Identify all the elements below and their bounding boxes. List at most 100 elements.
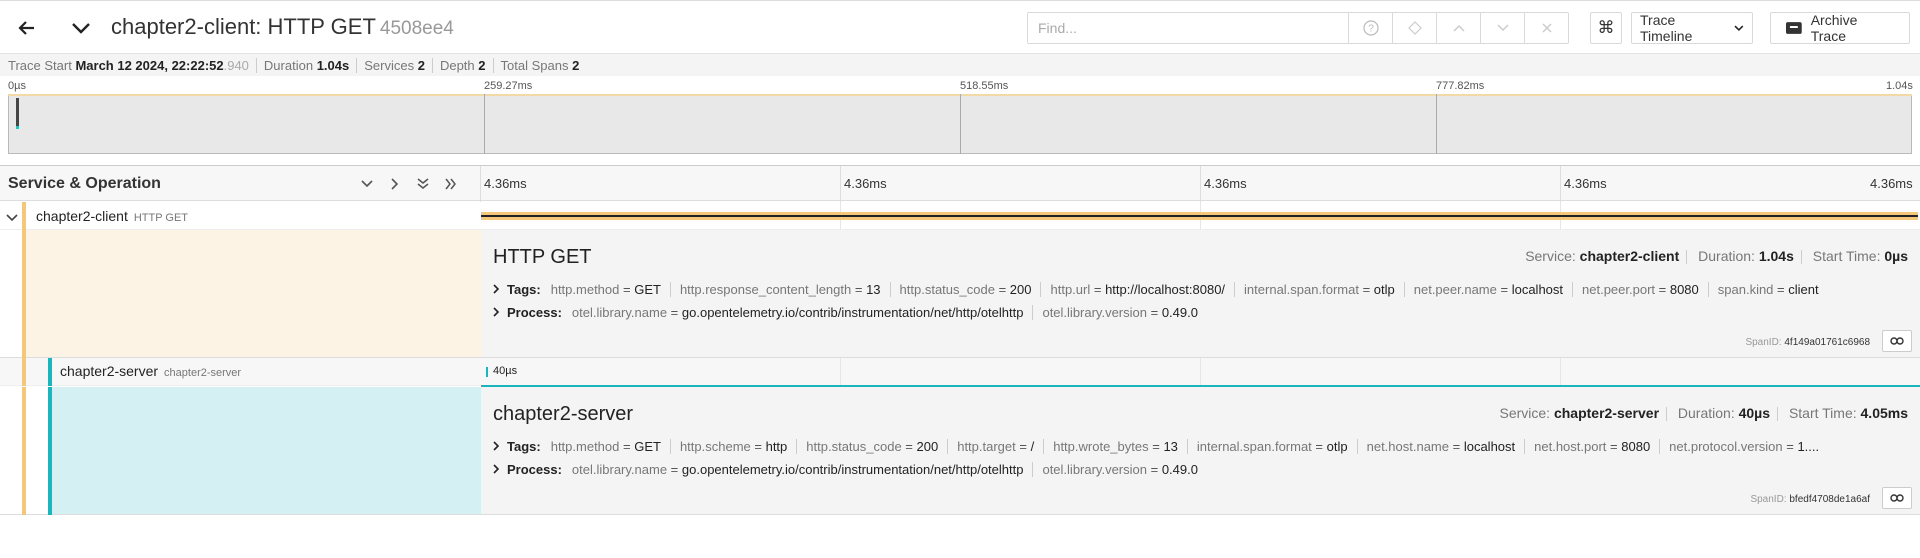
timeline-controls	[355, 172, 463, 196]
prev-result-button[interactable]	[1436, 13, 1480, 43]
view-select[interactable]: Trace Timeline	[1631, 12, 1753, 44]
minimap-tick: 1.04s	[1886, 80, 1913, 92]
tag-item: net.protocol.version = 1....	[1669, 439, 1820, 454]
clear-find-button[interactable]	[1524, 13, 1568, 43]
tag-item: http.scheme = http	[680, 439, 798, 454]
span-detail-client: HTTP GET Service: chapter2-client Durati…	[0, 230, 1920, 358]
span-detail-indent	[48, 387, 481, 514]
trace-start: Trace Start March 12 2024, 22:22:52.940	[8, 57, 257, 73]
copy-span-link-button[interactable]	[1882, 487, 1912, 509]
tag-item: net.host.port = 8080	[1534, 439, 1661, 454]
span-service-name: chapter2-client HTTP GET	[36, 208, 189, 224]
next-result-button[interactable]	[1480, 13, 1524, 43]
service-color-bar	[48, 387, 52, 515]
minimap-tick: 777.82ms	[1436, 80, 1485, 92]
span-process-toggle[interactable]: Process: otel.library.name = go.opentele…	[493, 462, 1216, 477]
tag-item: internal.span.format = otlp	[1197, 439, 1358, 454]
span-row-client[interactable]: chapter2-client HTTP GET	[0, 202, 1920, 230]
link-icon	[1890, 337, 1904, 345]
chevron-right-icon	[493, 439, 507, 454]
collapse-all-button[interactable]	[411, 172, 435, 196]
service-color-bar	[22, 202, 26, 230]
collapse-header-button[interactable]	[66, 11, 96, 45]
tag-item: http.target = /	[957, 439, 1045, 454]
target-icon	[1407, 21, 1422, 35]
tag-item: http.response_content_length = 13	[680, 282, 891, 297]
double-chevron-down-icon	[417, 178, 429, 189]
parent-color-bar	[22, 358, 26, 386]
chevron-right-icon	[493, 282, 507, 297]
span-bar-cell[interactable]: 40µs	[481, 358, 1920, 387]
tag-item: http.method = GET	[551, 439, 671, 454]
timeline-gridline	[1200, 166, 1201, 202]
span-tags-toggle[interactable]: Tags: http.method = GET http.scheme = ht…	[493, 439, 1837, 454]
span-name-cell[interactable]: chapter2-server chapter2-server	[0, 358, 480, 386]
archive-icon	[1785, 22, 1802, 34]
span-detail-meta: Service: chapter2-client Duration: 1.04s…	[1525, 248, 1908, 265]
chevron-down-icon	[6, 214, 18, 222]
trace-duration: Duration 1.04s	[264, 57, 358, 73]
span-bar-server[interactable]	[486, 367, 488, 377]
span-detail-meta: Service: chapter2-server Duration: 40µs …	[1499, 405, 1908, 422]
collapse-one-button[interactable]	[355, 172, 379, 196]
page-title: chapter2-client: HTTP GET 4508ee4	[111, 14, 454, 40]
minimap-tick: 518.55ms	[960, 80, 1009, 92]
span-name-cell[interactable]: chapter2-client HTTP GET	[0, 202, 480, 230]
timeline-tick: 4.36ms	[1204, 176, 1247, 191]
trace-header: chapter2-client: HTTP GET4508ee4 ? ⌘ Tra…	[0, 0, 1920, 54]
tag-item: net.peer.name = localhost	[1414, 282, 1574, 297]
view-select-label: Trace Timeline	[1640, 12, 1693, 44]
span-bar-label: 40µs	[493, 365, 518, 377]
process-item: otel.library.name = go.opentelemetry.io/…	[572, 305, 1034, 320]
chevron-down-icon	[361, 180, 373, 188]
tag-item: net.peer.port = 8080	[1582, 282, 1709, 297]
double-chevron-right-icon	[445, 178, 456, 190]
trace-id: 4508ee4	[379, 18, 454, 39]
chevron-down-icon	[72, 23, 90, 34]
back-button[interactable]	[8, 11, 46, 45]
expand-one-button[interactable]	[383, 172, 407, 196]
expand-all-button[interactable]	[439, 172, 463, 196]
minimap-gridline	[960, 94, 961, 154]
find-input[interactable]	[1028, 13, 1348, 43]
minimap-tick: 259.27ms	[484, 80, 533, 92]
span-service-name: chapter2-server chapter2-server	[60, 363, 242, 379]
trace-services: Services 2	[364, 57, 433, 73]
tag-item: http.status_code = 200	[900, 282, 1042, 297]
service-color-bar	[48, 358, 52, 386]
svg-text:?: ?	[1368, 24, 1374, 35]
chevron-right-icon	[493, 462, 507, 477]
tag-item: net.host.name = localhost	[1367, 439, 1526, 454]
span-detail-server: chapter2-server Service: chapter2-server…	[0, 387, 1920, 515]
tag-item: http.url = http://localhost:8080/	[1050, 282, 1236, 297]
locate-button[interactable]	[1392, 13, 1436, 43]
parent-color-bar	[22, 387, 26, 515]
timeline-gridline	[1200, 358, 1201, 385]
span-tags-toggle[interactable]: Tags: http.method = GET http.response_co…	[493, 282, 1837, 297]
span-toggle-button[interactable]	[6, 210, 18, 225]
archive-trace-button[interactable]: Archive Trace	[1770, 12, 1910, 44]
tag-item: http.method = GET	[551, 282, 671, 297]
span-bar-cell[interactable]	[481, 202, 1920, 229]
timeline-tick: 4.36ms	[1564, 176, 1607, 191]
timeline-gridline	[1560, 358, 1561, 385]
link-icon	[1890, 494, 1904, 502]
span-process-toggle[interactable]: Process: otel.library.name = go.opentele…	[493, 305, 1216, 320]
timeline-tick: 4.36ms	[1870, 176, 1913, 191]
minimap-gridline	[484, 94, 485, 154]
span-detail-indent	[22, 230, 481, 357]
command-icon: ⌘	[1597, 18, 1615, 37]
process-item: otel.library.version = 0.49.0	[1042, 305, 1198, 320]
service-operation-title: Service & Operation	[8, 175, 161, 192]
span-row-server[interactable]: chapter2-server chapter2-server 40µs	[0, 358, 1920, 387]
find-help-button[interactable]: ?	[1348, 13, 1392, 43]
column-divider[interactable]	[480, 166, 481, 202]
tag-item: span.kind = client	[1717, 282, 1819, 297]
keyboard-shortcuts-button[interactable]: ⌘	[1590, 12, 1622, 44]
trace-title: chapter2-client: HTTP GET	[111, 14, 376, 39]
tag-item: http.wrote_bytes = 13	[1053, 439, 1188, 454]
copy-span-link-button[interactable]	[1882, 330, 1912, 352]
process-item: otel.library.version = 0.49.0	[1042, 462, 1198, 477]
trace-total-spans: Total Spans 2	[500, 57, 580, 73]
minimap-tick: 0µs	[8, 80, 26, 92]
